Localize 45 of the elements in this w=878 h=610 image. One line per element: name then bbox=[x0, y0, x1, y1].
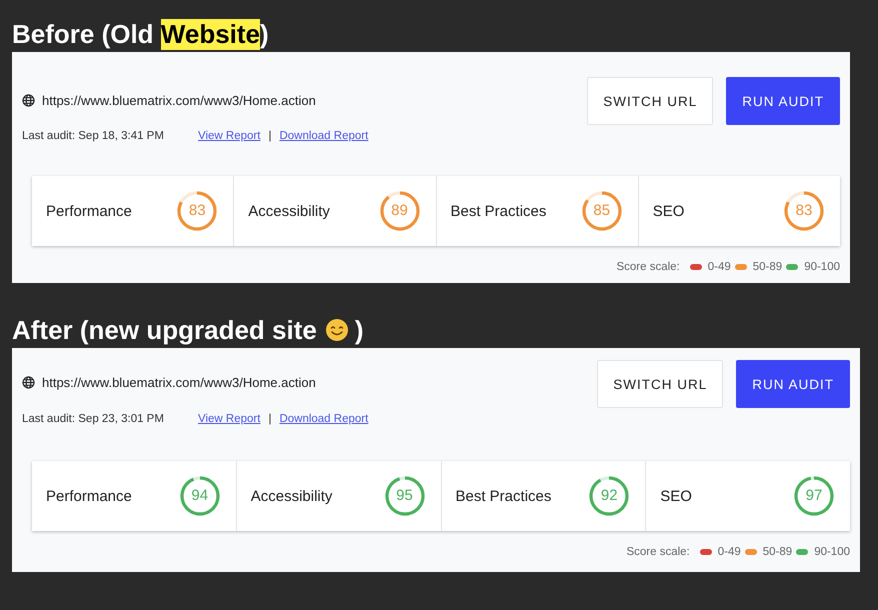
score-value: 97 bbox=[804, 487, 824, 504]
category-label: Accessibility bbox=[248, 202, 330, 220]
category-label: Performance bbox=[46, 202, 132, 220]
switch-url-button[interactable]: SWITCH URL bbox=[597, 360, 724, 408]
legend-title: Score scale: bbox=[616, 261, 680, 273]
score-value: 85 bbox=[592, 202, 612, 219]
legend-range: 50-89 bbox=[752, 261, 782, 273]
legend-range: 90-100 bbox=[814, 546, 850, 558]
legend-range: 0-49 bbox=[708, 261, 731, 273]
globe-icon bbox=[22, 94, 35, 107]
view-report-link[interactable]: View Report bbox=[198, 130, 260, 142]
section-heading: Before (Old bbox=[12, 18, 155, 50]
score-value: 92 bbox=[600, 487, 619, 504]
switch-url-button[interactable]: SWITCH URL bbox=[587, 77, 714, 125]
legend-range: 50-89 bbox=[762, 546, 792, 558]
site-url: https://www.bluematrix.com/www3/Home.action bbox=[42, 375, 316, 390]
category-label: SEO bbox=[652, 202, 684, 220]
score-value: 95 bbox=[395, 487, 414, 504]
category-label: Best Practices bbox=[456, 488, 552, 504]
score-value: 89 bbox=[390, 202, 409, 219]
run-audit-button[interactable]: RUN AUDIT bbox=[736, 360, 850, 408]
smiley-icon bbox=[324, 318, 349, 342]
legend-range: 0-49 bbox=[718, 546, 741, 558]
score-value: 83 bbox=[188, 202, 207, 219]
last-audit-time: Last audit: Sep 23, 3:01 PM bbox=[22, 413, 165, 425]
section-heading: ) bbox=[260, 18, 269, 50]
download-report-link[interactable]: Download Report bbox=[279, 130, 368, 142]
category-label: Performance bbox=[46, 488, 132, 504]
score-value: 94 bbox=[190, 487, 210, 504]
globe-icon bbox=[22, 376, 35, 389]
section-heading: ) bbox=[354, 314, 364, 346]
link-separator: | bbox=[268, 130, 272, 142]
category-label: Best Practices bbox=[450, 202, 546, 220]
category-label: Accessibility bbox=[250, 488, 332, 504]
section-heading: After (new upgraded site bbox=[12, 314, 317, 346]
site-url: https://www.bluematrix.com/www3/Home.action bbox=[42, 93, 316, 108]
category-label: SEO bbox=[660, 488, 692, 504]
link-separator: | bbox=[268, 413, 272, 425]
last-audit-time: Last audit: Sep 18, 3:41 PM bbox=[22, 130, 165, 142]
legend-range: 90-100 bbox=[804, 261, 840, 273]
legend-title: Score scale: bbox=[626, 546, 690, 558]
download-report-link[interactable]: Download Report bbox=[279, 413, 368, 425]
score-value: 83 bbox=[794, 202, 814, 219]
view-report-link[interactable]: View Report bbox=[198, 413, 260, 425]
run-audit-button[interactable]: RUN AUDIT bbox=[726, 77, 840, 125]
